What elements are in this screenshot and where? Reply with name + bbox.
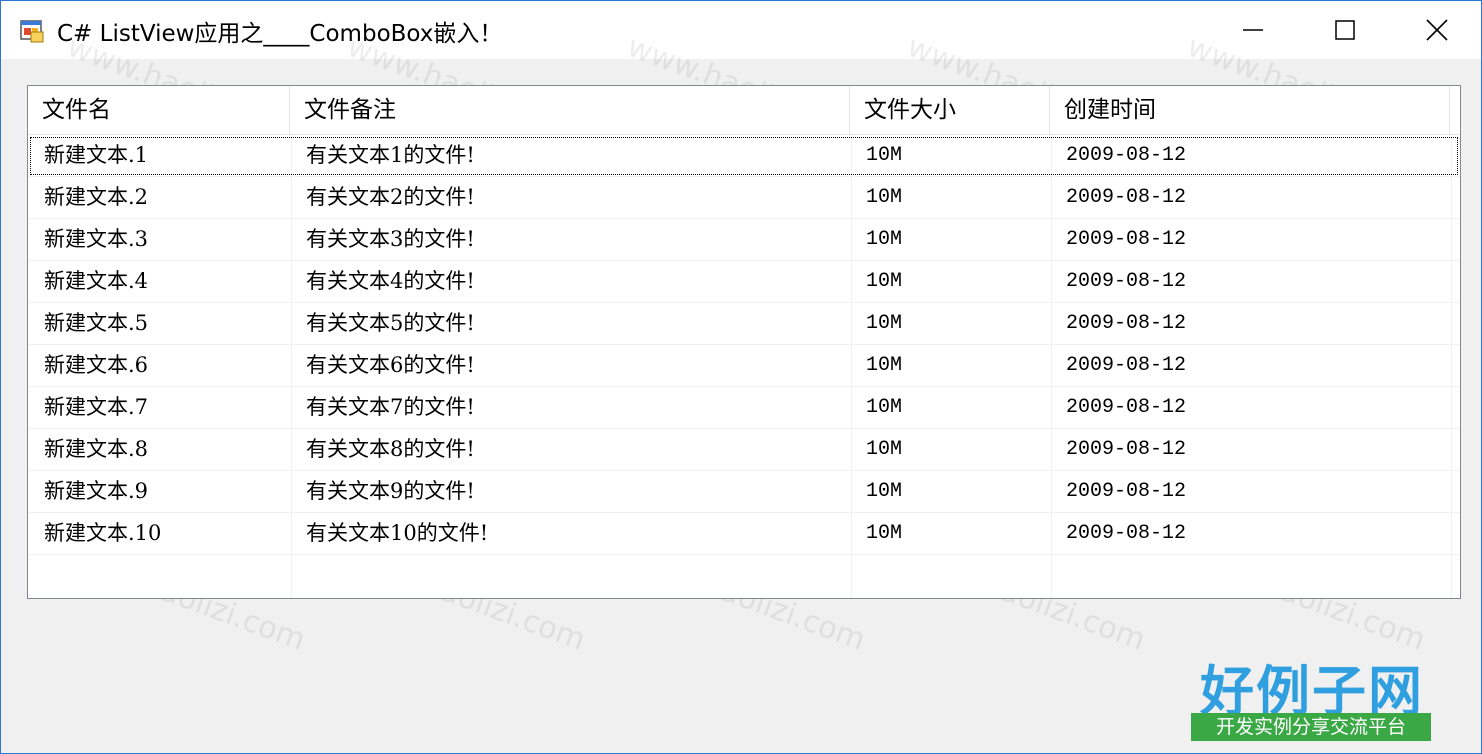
table-row[interactable]: 新建文本.5 有关文本5的文件! 10M 2009-08-12 [28,303,1460,345]
cell-filename: 新建文本.5 [44,311,149,335]
minimize-icon [1243,29,1263,31]
cell-remark: 有关文本10的文件! [306,521,489,545]
cell-size: 10M [866,144,903,167]
cell-created: 2009-08-12 [1066,354,1187,377]
cell-filename: 新建文本.9 [44,479,149,503]
table-row[interactable]: 新建文本.1 有关文本1的文件! 10M 2009-08-12 [28,135,1460,177]
cell-filename: 新建文本.8 [44,437,149,461]
maximize-button[interactable] [1299,1,1391,59]
window-title: C# ListView应用之____ComboBox嵌入！ [57,21,503,47]
cell-remark: 有关文本1的文件! [306,143,475,167]
cell-created: 2009-08-12 [1066,270,1187,293]
table-row[interactable]: 新建文本.8 有关文本8的文件! 10M 2009-08-12 [28,429,1460,471]
close-icon [1426,19,1448,41]
cell-size: 10M [866,312,903,335]
cell-remark: 有关文本8的文件! [306,437,475,461]
file-listview[interactable]: 文件名 文件备注 文件大小 创建时间 新建文本.1 有关文本1的文件! 10M 200… [27,85,1461,599]
cell-created: 2009-08-12 [1066,396,1187,419]
app-window: C# ListView应用之____ComboBox嵌入！ www.haoliz… [0,0,1482,754]
cell-filename: 新建文本.6 [44,353,149,377]
cell-filename: 新建文本.10 [44,521,162,545]
cell-filename: 新建文本.2 [44,185,149,209]
cell-remark: 有关文本5的文件! [306,311,475,335]
listview-rows: 新建文本.1 有关文本1的文件! 10M 2009-08-12 新建文本.2 有关文本2的… [28,135,1460,555]
table-row[interactable]: 新建文本.10 有关文本10的文件! 10M 2009-08-12 [28,513,1460,555]
cell-created: 2009-08-12 [1066,312,1187,335]
cell-size: 10M [866,480,903,503]
logo-subtitle: 开发实例分享交流平台 [1191,713,1431,741]
cell-remark: 有关文本7的文件! [306,395,475,419]
table-row[interactable]: 新建文本.2 有关文本2的文件! 10M 2009-08-12 [28,177,1460,219]
column-header-size[interactable]: 文件大小 [850,86,1050,134]
cell-created: 2009-08-12 [1066,144,1187,167]
cell-size: 10M [866,354,903,377]
cell-remark: 有关文本6的文件! [306,353,475,377]
cell-created: 2009-08-12 [1066,480,1187,503]
cell-created: 2009-08-12 [1066,438,1187,461]
app-icon [20,20,44,43]
logo-title: 好例子网 [1200,660,1424,723]
column-header-remark[interactable]: 文件备注 [290,86,850,134]
cell-size: 10M [866,396,903,419]
minimize-button[interactable] [1207,1,1299,59]
cell-remark: 有关文本9的文件! [306,479,475,503]
cell-size: 10M [866,228,903,251]
cell-remark: 有关文本2的文件! [306,185,475,209]
listview-header: 文件名 文件备注 文件大小 创建时间 [28,86,1460,135]
cell-created: 2009-08-12 [1066,522,1187,545]
maximize-icon [1335,20,1355,40]
column-header-filename[interactable]: 文件名 [28,86,290,134]
column-header-created[interactable]: 创建时间 [1050,86,1450,134]
cell-size: 10M [866,270,903,293]
cell-size: 10M [866,522,903,545]
table-row[interactable]: 新建文本.6 有关文本6的文件! 10M 2009-08-12 [28,345,1460,387]
close-button[interactable] [1391,1,1481,59]
cell-size: 10M [866,438,903,461]
title-bar[interactable]: C# ListView应用之____ComboBox嵌入！ [1,1,1481,59]
cell-remark: 有关文本3的文件! [306,227,475,251]
table-row[interactable]: 新建文本.3 有关文本3的文件! 10M 2009-08-12 [28,219,1460,261]
cell-filename: 新建文本.1 [44,143,149,167]
cell-created: 2009-08-12 [1066,228,1187,251]
cell-filename: 新建文本.7 [44,395,149,419]
table-row[interactable]: 新建文本.4 有关文本4的文件! 10M 2009-08-12 [28,261,1460,303]
table-row[interactable]: 新建文本.7 有关文本7的文件! 10M 2009-08-12 [28,387,1460,429]
cell-created: 2009-08-12 [1066,186,1187,209]
site-logo: 好例子网 开发实例分享交流平台 [1189,647,1435,745]
cell-remark: 有关文本4的文件! [306,269,475,293]
cell-filename: 新建文本.3 [44,227,149,251]
cell-size: 10M [866,186,903,209]
table-row[interactable]: 新建文本.9 有关文本9的文件! 10M 2009-08-12 [28,471,1460,513]
cell-filename: 新建文本.4 [44,269,149,293]
